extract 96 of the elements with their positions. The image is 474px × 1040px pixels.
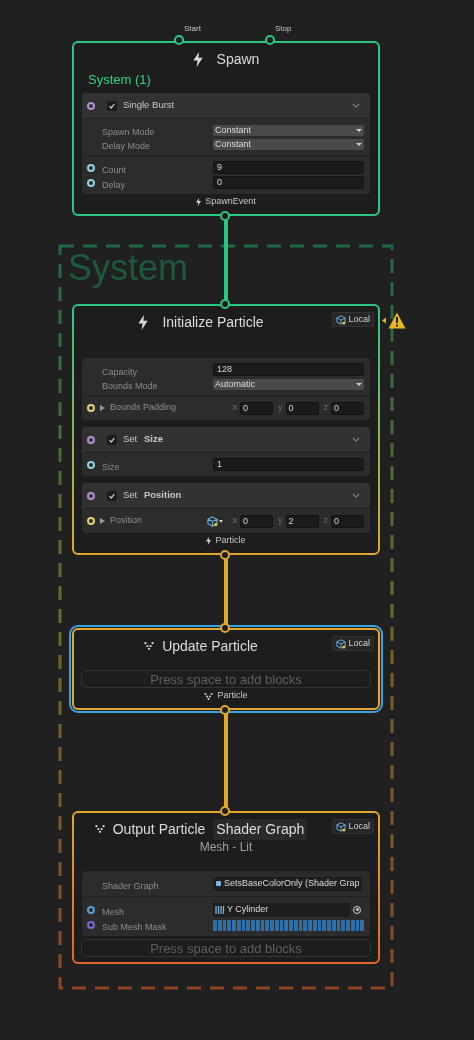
flow-port-icon[interactable] — [220, 550, 230, 560]
chevron-icon[interactable] — [352, 493, 360, 498]
input-field[interactable]: 128 — [213, 363, 364, 376]
field-label: Sub Mesh Mask — [102, 922, 167, 932]
node-title: Initialize Particle — [162, 312, 264, 332]
context-node[interactable]: Spawn System (1) Single Burst Spawn Mode Constant Delay Mode Constant Count 9 Delay 0 SpawnEvent — [72, 41, 380, 216]
field-label: Delay Mode — [102, 141, 151, 151]
space-badge[interactable]: Local — [332, 312, 374, 327]
foldout-icon[interactable] — [100, 518, 105, 524]
foldout-icon[interactable] — [100, 405, 105, 411]
input-field[interactable]: 0 — [213, 176, 364, 189]
axis-label: x — [232, 514, 237, 528]
input-field[interactable]: 0 — [331, 514, 364, 528]
particle-icon — [204, 692, 214, 700]
cube-icon — [206, 515, 218, 527]
block-title: Set Size — [123, 432, 164, 447]
axis-label: x — [232, 401, 237, 415]
field-label: Mesh — [102, 906, 124, 917]
output-label: SpawnEvent — [205, 195, 256, 209]
flow-port-icon[interactable] — [220, 705, 230, 715]
port-icon[interactable] — [87, 163, 95, 172]
mesh-icon — [215, 905, 225, 914]
flow-port-icon[interactable] — [174, 35, 184, 45]
block-title: Set Position — [123, 488, 183, 503]
space-dropdown[interactable] — [206, 515, 223, 527]
checkbox[interactable] — [107, 434, 117, 445]
warning-icon[interactable] — [382, 312, 406, 329]
port-icon[interactable] — [87, 905, 95, 914]
field-label: Shader Graph — [102, 880, 159, 891]
port-icon[interactable] — [87, 435, 95, 444]
lightning-icon — [206, 537, 212, 545]
field-label: Spawn Mode — [102, 127, 155, 137]
node-subtitle: Mesh - Lit — [199, 841, 253, 853]
space-badge[interactable]: Local — [332, 819, 374, 834]
field-label: Count — [102, 164, 127, 175]
input-field[interactable]: 0 — [285, 401, 319, 415]
node-title: Output Particle — [112, 819, 206, 839]
flow-port-icon[interactable] — [220, 299, 230, 309]
port-label: Stop — [275, 25, 292, 33]
flow-port-icon[interactable] — [220, 806, 230, 816]
context-node[interactable]: Update Particle Local Press space to add blocks Particle — [72, 628, 380, 710]
particle-icon — [144, 642, 155, 650]
input-field[interactable]: 2 — [285, 514, 319, 528]
field-label: Bounds Mode — [102, 381, 158, 391]
shader-icon — [216, 881, 221, 886]
checkbox[interactable] — [107, 100, 117, 111]
node-title: Update Particle — [162, 636, 258, 656]
context-node[interactable]: Output Particle Shader Graph Mesh - Lit Local Shader Graph SetsBaseColorOnly (Shader Grap Mesh Y Cylinder Sub Mesh Mask Press space to add blocks — [72, 811, 380, 964]
dropdown[interactable]: Constant — [213, 124, 364, 136]
object-field[interactable]: SetsBaseColorOnly (Shader Grap — [213, 876, 364, 891]
node-title: Spawn — [216, 49, 260, 69]
block-title: Single Burst — [123, 98, 176, 113]
input-field[interactable]: 1 — [213, 458, 364, 471]
field-label: Capacity — [102, 366, 137, 377]
dropdown[interactable]: Automatic — [213, 378, 364, 390]
input-field[interactable]: 0 — [240, 401, 273, 415]
checkbox[interactable] — [107, 490, 117, 501]
field-label: Bounds Padding — [110, 401, 178, 415]
target-icon[interactable] — [350, 902, 364, 917]
shader-tag: Shader Graph — [213, 818, 308, 840]
cube-icon — [336, 638, 347, 649]
caret-icon — [356, 128, 362, 132]
system-name: System (1) — [88, 73, 151, 86]
flow-port-icon[interactable] — [265, 35, 275, 45]
flow-port-icon[interactable] — [220, 211, 230, 221]
caret-icon — [356, 142, 362, 146]
field-label: Size — [102, 461, 120, 472]
chevron-icon[interactable] — [352, 437, 360, 442]
lightning-icon — [192, 51, 203, 67]
caret-icon — [356, 382, 362, 386]
cube-icon — [336, 314, 347, 325]
port-icon[interactable] — [87, 101, 95, 110]
field-label: Position — [110, 514, 144, 528]
flow-port-icon[interactable] — [220, 623, 230, 633]
output-label: Particle — [217, 689, 248, 703]
output-label: Particle — [215, 534, 246, 548]
group-title: System — [68, 250, 189, 286]
cube-icon — [336, 821, 347, 832]
mask-field[interactable] — [213, 919, 364, 931]
input-field[interactable]: 0 — [240, 514, 273, 528]
object-field[interactable]: Y Cylinder — [213, 902, 364, 917]
particle-icon — [94, 825, 105, 833]
port-icon[interactable] — [87, 491, 95, 500]
chevron-icon[interactable] — [352, 103, 360, 108]
input-field[interactable]: 0 — [331, 401, 364, 415]
axis-label: z — [323, 514, 328, 528]
input-field[interactable]: 9 — [213, 161, 364, 174]
lightning-icon — [138, 314, 149, 330]
axis-label: z — [323, 401, 328, 415]
port-icon[interactable] — [87, 178, 95, 187]
lightning-icon — [196, 198, 202, 206]
field-label: Delay — [102, 179, 125, 190]
space-badge[interactable]: Local — [332, 636, 374, 651]
dropdown[interactable]: Constant — [213, 138, 364, 150]
port-icon[interactable] — [87, 460, 95, 469]
port-label: Start — [184, 25, 201, 33]
